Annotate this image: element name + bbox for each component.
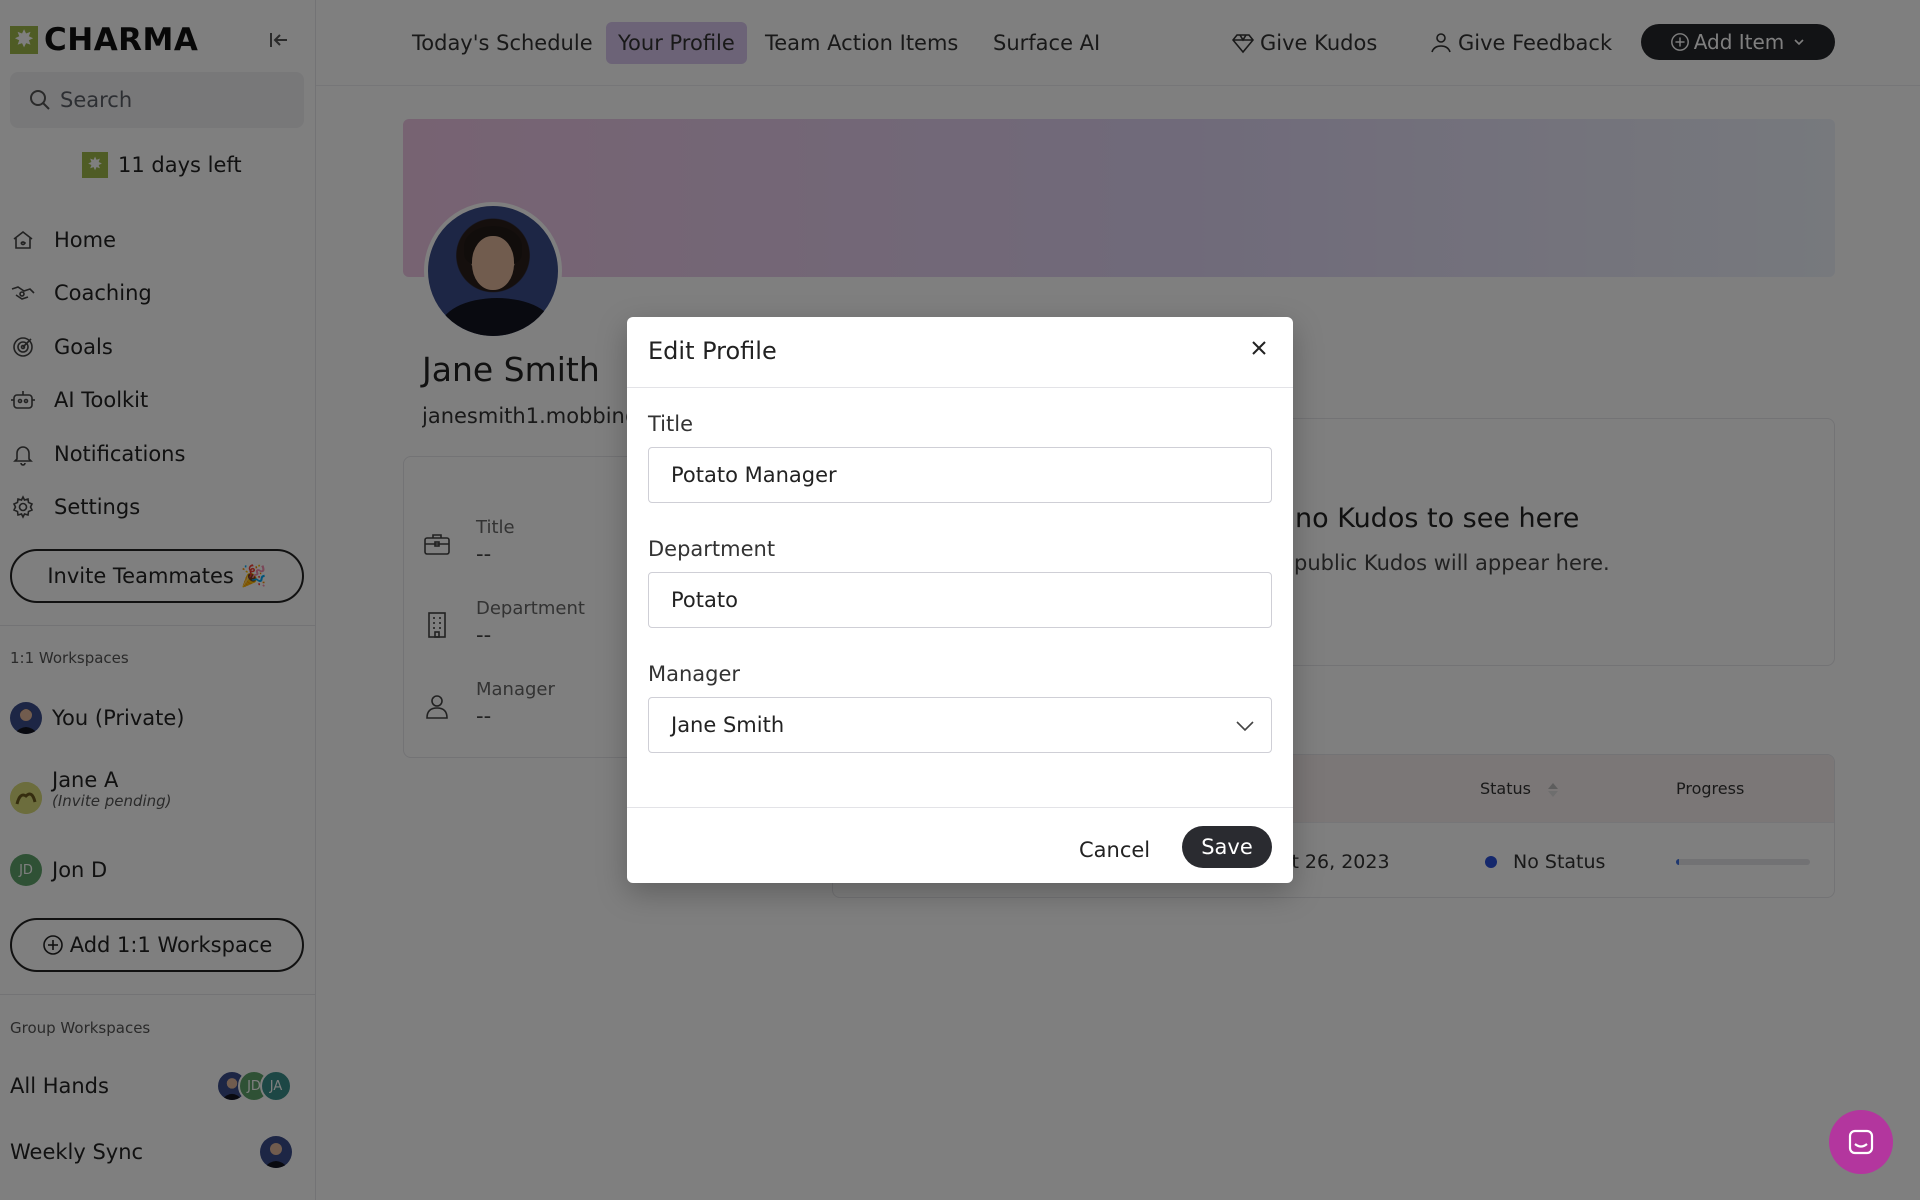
manager-field-label: Manager xyxy=(648,662,741,686)
title-input[interactable]: Potato Manager xyxy=(648,447,1272,503)
title-input-value: Potato Manager xyxy=(671,463,837,487)
close-icon[interactable] xyxy=(1245,337,1273,365)
department-field-label: Department xyxy=(648,537,776,561)
title-field-label: Title xyxy=(648,412,694,436)
modal-title: Edit Profile xyxy=(648,337,777,365)
chat-icon xyxy=(1848,1129,1874,1155)
chevron-down-icon xyxy=(1236,721,1254,732)
manager-select[interactable]: Jane Smith xyxy=(648,697,1272,753)
chat-launcher-button[interactable] xyxy=(1829,1110,1893,1174)
save-button[interactable]: Save xyxy=(1182,826,1272,868)
modal-footer-divider xyxy=(627,807,1293,808)
department-input-value: Potato xyxy=(671,588,738,612)
edit-profile-modal: Edit Profile Title Potato Manager Depart… xyxy=(627,317,1293,883)
modal-header: Edit Profile xyxy=(627,317,1293,388)
department-input[interactable]: Potato xyxy=(648,572,1272,628)
manager-select-value: Jane Smith xyxy=(671,713,785,737)
cancel-button[interactable]: Cancel xyxy=(1067,829,1162,871)
